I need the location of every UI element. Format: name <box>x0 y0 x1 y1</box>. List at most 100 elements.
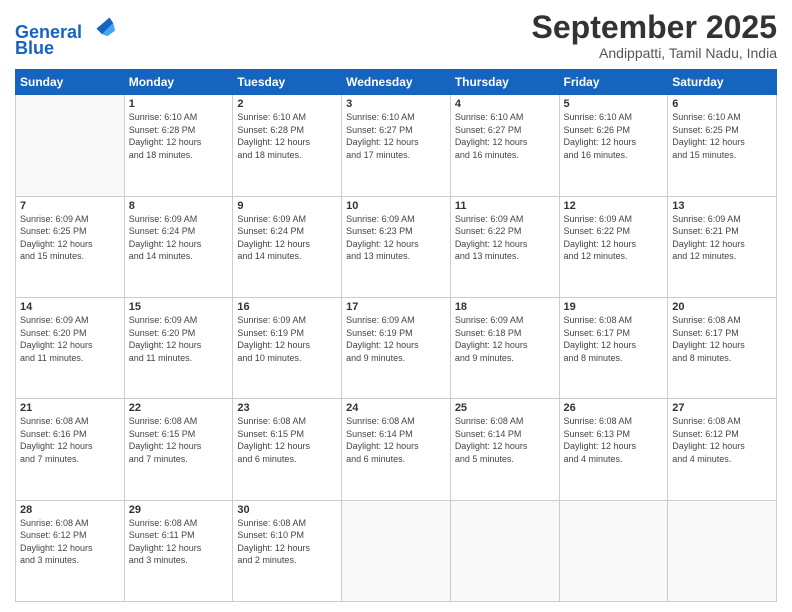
day-info: Sunrise: 6:09 AMSunset: 6:20 PMDaylight:… <box>20 314 120 364</box>
day-number: 14 <box>20 301 120 313</box>
header-sunday: Sunday <box>16 70 125 95</box>
day-number: 19 <box>564 301 664 313</box>
day-cell: 10Sunrise: 6:09 AMSunset: 6:23 PMDayligh… <box>342 196 451 297</box>
location: Andippatti, Tamil Nadu, India <box>532 45 777 61</box>
day-number: 1 <box>129 98 229 110</box>
day-info: Sunrise: 6:08 AMSunset: 6:14 PMDaylight:… <box>346 415 446 465</box>
day-info: Sunrise: 6:10 AMSunset: 6:27 PMDaylight:… <box>455 111 555 161</box>
day-cell <box>559 500 668 601</box>
calendar-header-row: Sunday Monday Tuesday Wednesday Thursday… <box>16 70 777 95</box>
day-cell: 3Sunrise: 6:10 AMSunset: 6:27 PMDaylight… <box>342 95 451 196</box>
page: General Blue September 2025 Andippatti, … <box>0 0 792 612</box>
day-info: Sunrise: 6:08 AMSunset: 6:11 PMDaylight:… <box>129 517 229 567</box>
day-cell: 8Sunrise: 6:09 AMSunset: 6:24 PMDaylight… <box>124 196 233 297</box>
day-number: 27 <box>672 402 772 414</box>
week-row-5: 28Sunrise: 6:08 AMSunset: 6:12 PMDayligh… <box>16 500 777 601</box>
day-cell: 22Sunrise: 6:08 AMSunset: 6:15 PMDayligh… <box>124 399 233 500</box>
day-number: 4 <box>455 98 555 110</box>
day-number: 8 <box>129 200 229 212</box>
day-number: 12 <box>564 200 664 212</box>
day-number: 7 <box>20 200 120 212</box>
day-info: Sunrise: 6:09 AMSunset: 6:25 PMDaylight:… <box>20 213 120 263</box>
day-info: Sunrise: 6:09 AMSunset: 6:19 PMDaylight:… <box>346 314 446 364</box>
day-cell: 26Sunrise: 6:08 AMSunset: 6:13 PMDayligh… <box>559 399 668 500</box>
day-info: Sunrise: 6:09 AMSunset: 6:21 PMDaylight:… <box>672 213 772 263</box>
week-row-1: 1Sunrise: 6:10 AMSunset: 6:28 PMDaylight… <box>16 95 777 196</box>
day-number: 9 <box>237 200 337 212</box>
header-tuesday: Tuesday <box>233 70 342 95</box>
day-cell: 25Sunrise: 6:08 AMSunset: 6:14 PMDayligh… <box>450 399 559 500</box>
day-cell: 14Sunrise: 6:09 AMSunset: 6:20 PMDayligh… <box>16 297 125 398</box>
day-info: Sunrise: 6:09 AMSunset: 6:20 PMDaylight:… <box>129 314 229 364</box>
day-info: Sunrise: 6:10 AMSunset: 6:28 PMDaylight:… <box>237 111 337 161</box>
day-number: 18 <box>455 301 555 313</box>
day-cell: 23Sunrise: 6:08 AMSunset: 6:15 PMDayligh… <box>233 399 342 500</box>
day-cell: 20Sunrise: 6:08 AMSunset: 6:17 PMDayligh… <box>668 297 777 398</box>
day-info: Sunrise: 6:09 AMSunset: 6:23 PMDaylight:… <box>346 213 446 263</box>
day-number: 16 <box>237 301 337 313</box>
day-cell: 28Sunrise: 6:08 AMSunset: 6:12 PMDayligh… <box>16 500 125 601</box>
day-info: Sunrise: 6:10 AMSunset: 6:25 PMDaylight:… <box>672 111 772 161</box>
day-number: 6 <box>672 98 772 110</box>
header: General Blue September 2025 Andippatti, … <box>15 10 777 61</box>
header-friday: Friday <box>559 70 668 95</box>
header-monday: Monday <box>124 70 233 95</box>
day-info: Sunrise: 6:08 AMSunset: 6:17 PMDaylight:… <box>564 314 664 364</box>
day-info: Sunrise: 6:09 AMSunset: 6:24 PMDaylight:… <box>129 213 229 263</box>
day-number: 23 <box>237 402 337 414</box>
day-info: Sunrise: 6:08 AMSunset: 6:16 PMDaylight:… <box>20 415 120 465</box>
day-cell: 17Sunrise: 6:09 AMSunset: 6:19 PMDayligh… <box>342 297 451 398</box>
calendar-table: Sunday Monday Tuesday Wednesday Thursday… <box>15 69 777 602</box>
header-saturday: Saturday <box>668 70 777 95</box>
day-number: 24 <box>346 402 446 414</box>
day-number: 10 <box>346 200 446 212</box>
title-block: September 2025 Andippatti, Tamil Nadu, I… <box>532 10 777 61</box>
day-cell: 21Sunrise: 6:08 AMSunset: 6:16 PMDayligh… <box>16 399 125 500</box>
day-number: 20 <box>672 301 772 313</box>
day-cell: 12Sunrise: 6:09 AMSunset: 6:22 PMDayligh… <box>559 196 668 297</box>
day-cell: 15Sunrise: 6:09 AMSunset: 6:20 PMDayligh… <box>124 297 233 398</box>
day-cell: 16Sunrise: 6:09 AMSunset: 6:19 PMDayligh… <box>233 297 342 398</box>
day-number: 26 <box>564 402 664 414</box>
day-info: Sunrise: 6:08 AMSunset: 6:12 PMDaylight:… <box>672 415 772 465</box>
day-info: Sunrise: 6:08 AMSunset: 6:17 PMDaylight:… <box>672 314 772 364</box>
day-cell: 29Sunrise: 6:08 AMSunset: 6:11 PMDayligh… <box>124 500 233 601</box>
day-cell: 5Sunrise: 6:10 AMSunset: 6:26 PMDaylight… <box>559 95 668 196</box>
day-cell: 19Sunrise: 6:08 AMSunset: 6:17 PMDayligh… <box>559 297 668 398</box>
day-cell: 6Sunrise: 6:10 AMSunset: 6:25 PMDaylight… <box>668 95 777 196</box>
day-info: Sunrise: 6:10 AMSunset: 6:28 PMDaylight:… <box>129 111 229 161</box>
day-number: 28 <box>20 504 120 516</box>
day-cell: 2Sunrise: 6:10 AMSunset: 6:28 PMDaylight… <box>233 95 342 196</box>
day-cell: 13Sunrise: 6:09 AMSunset: 6:21 PMDayligh… <box>668 196 777 297</box>
day-info: Sunrise: 6:08 AMSunset: 6:12 PMDaylight:… <box>20 517 120 567</box>
day-number: 5 <box>564 98 664 110</box>
header-wednesday: Wednesday <box>342 70 451 95</box>
logo-icon <box>89 10 117 38</box>
day-cell <box>342 500 451 601</box>
day-cell: 11Sunrise: 6:09 AMSunset: 6:22 PMDayligh… <box>450 196 559 297</box>
logo: General Blue <box>15 10 117 59</box>
week-row-3: 14Sunrise: 6:09 AMSunset: 6:20 PMDayligh… <box>16 297 777 398</box>
day-number: 3 <box>346 98 446 110</box>
day-number: 22 <box>129 402 229 414</box>
day-info: Sunrise: 6:08 AMSunset: 6:15 PMDaylight:… <box>129 415 229 465</box>
day-cell: 1Sunrise: 6:10 AMSunset: 6:28 PMDaylight… <box>124 95 233 196</box>
day-info: Sunrise: 6:09 AMSunset: 6:22 PMDaylight:… <box>455 213 555 263</box>
day-cell <box>16 95 125 196</box>
day-info: Sunrise: 6:09 AMSunset: 6:22 PMDaylight:… <box>564 213 664 263</box>
day-info: Sunrise: 6:09 AMSunset: 6:24 PMDaylight:… <box>237 213 337 263</box>
day-number: 2 <box>237 98 337 110</box>
day-number: 25 <box>455 402 555 414</box>
day-info: Sunrise: 6:10 AMSunset: 6:26 PMDaylight:… <box>564 111 664 161</box>
day-cell: 27Sunrise: 6:08 AMSunset: 6:12 PMDayligh… <box>668 399 777 500</box>
day-cell <box>450 500 559 601</box>
day-info: Sunrise: 6:08 AMSunset: 6:13 PMDaylight:… <box>564 415 664 465</box>
day-number: 21 <box>20 402 120 414</box>
day-info: Sunrise: 6:08 AMSunset: 6:10 PMDaylight:… <box>237 517 337 567</box>
day-cell: 9Sunrise: 6:09 AMSunset: 6:24 PMDaylight… <box>233 196 342 297</box>
month-title: September 2025 <box>532 10 777 45</box>
day-number: 17 <box>346 301 446 313</box>
week-row-4: 21Sunrise: 6:08 AMSunset: 6:16 PMDayligh… <box>16 399 777 500</box>
day-number: 30 <box>237 504 337 516</box>
day-info: Sunrise: 6:09 AMSunset: 6:18 PMDaylight:… <box>455 314 555 364</box>
